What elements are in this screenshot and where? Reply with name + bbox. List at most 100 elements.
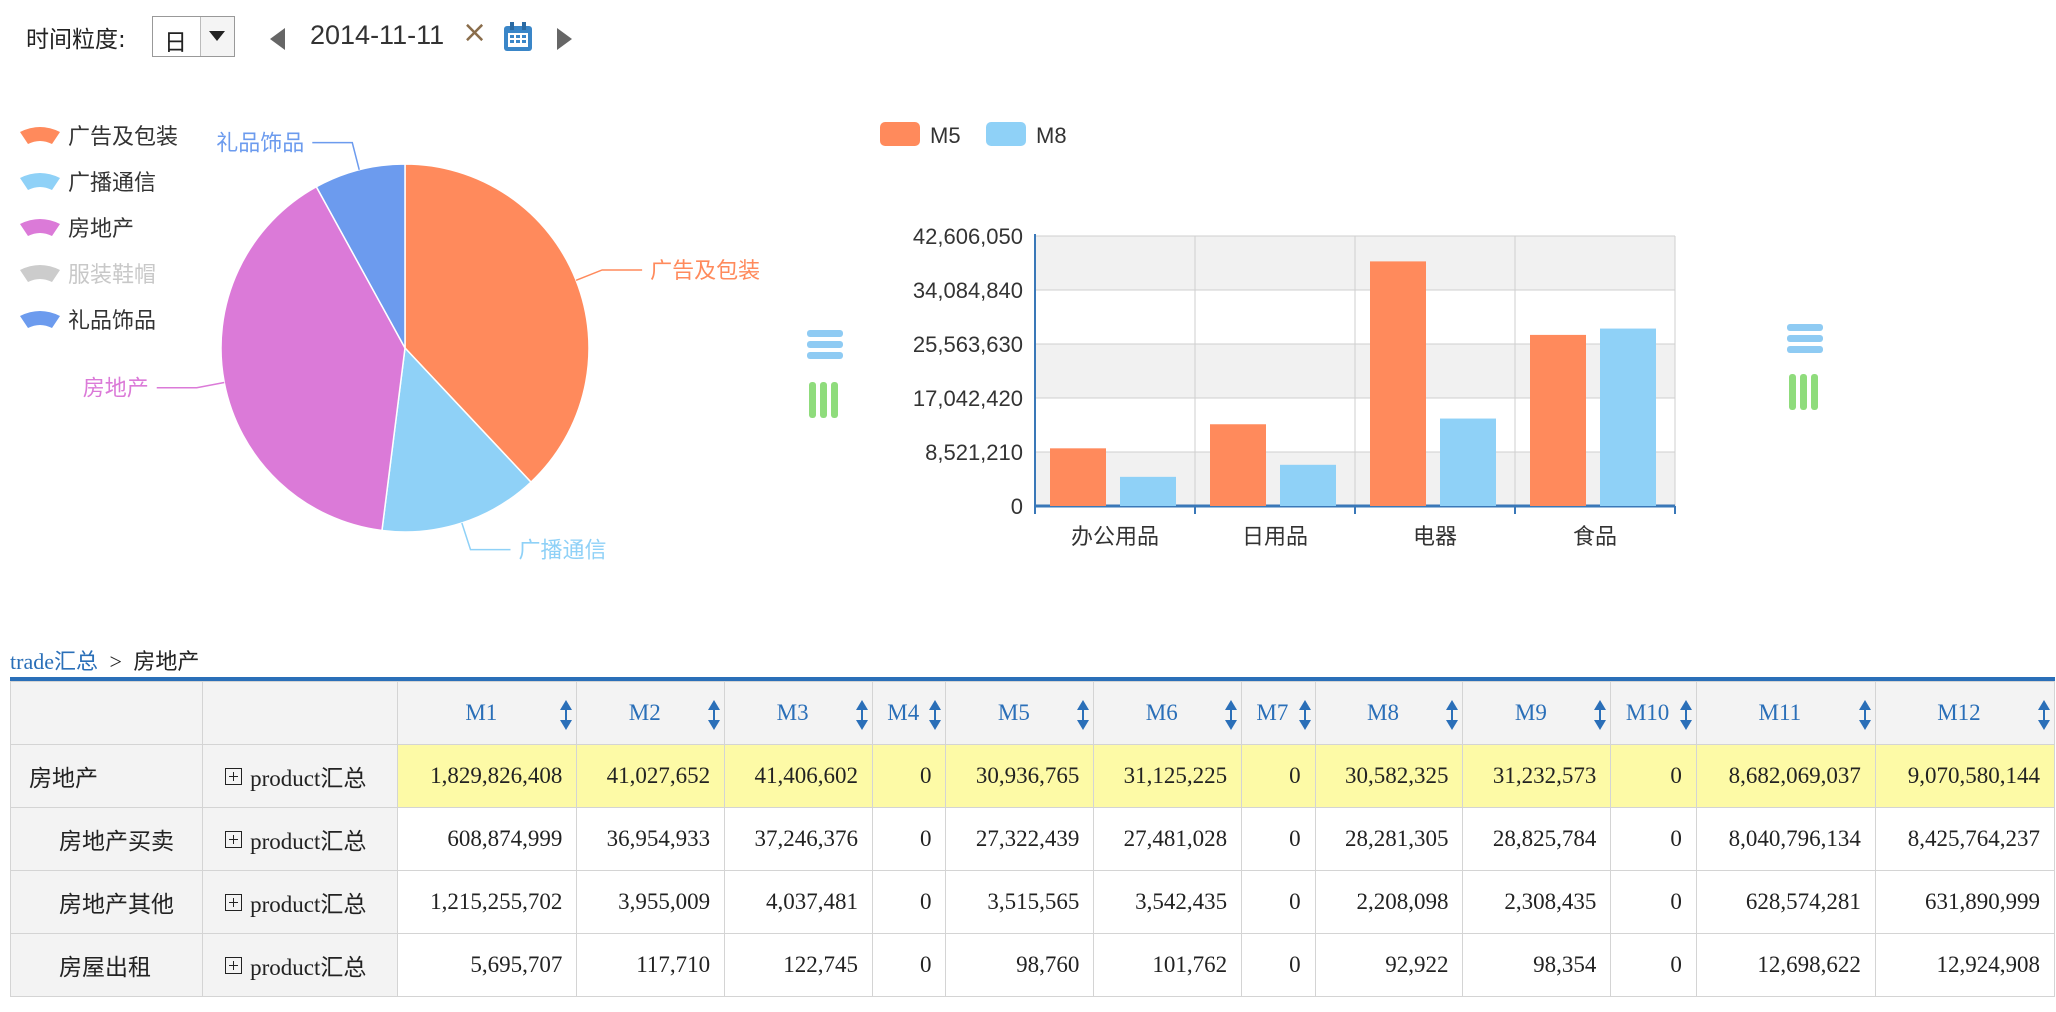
sort-icon[interactable]: [1445, 700, 1459, 730]
row-dimension-label[interactable]: 房地产: [9, 744, 204, 808]
column-header-m11[interactable]: M11: [1695, 681, 1876, 745]
column-chart-icon[interactable]: [1788, 372, 1820, 412]
legend-swatch: [20, 219, 60, 236]
table-cell: 36,954,933: [576, 807, 726, 871]
calendar-icon[interactable]: [503, 22, 533, 52]
sort-icon[interactable]: [1076, 700, 1090, 730]
bar-m5[interactable]: [1210, 424, 1266, 506]
column-header-m5[interactable]: M5: [945, 681, 1095, 745]
column-header-label: M8: [1367, 700, 1399, 725]
expand-icon[interactable]: [225, 957, 243, 974]
expand-icon[interactable]: [225, 768, 243, 785]
y-tick-label: 8,521,210: [925, 440, 1023, 465]
pie-legend-item[interactable]: 房地产: [20, 217, 134, 242]
bar-m8[interactable]: [1280, 464, 1336, 506]
column-header-m12[interactable]: M12: [1874, 681, 2056, 745]
row-dimension-label[interactable]: 房地产买卖: [9, 807, 204, 871]
list-icon[interactable]: [806, 328, 844, 362]
table-row[interactable]: 房地产 product汇总 1,829,826,408 41,027,652 41,40…: [9, 744, 2056, 808]
table-cell: 12,698,622: [1695, 933, 1876, 997]
bar-m8[interactable]: [1120, 476, 1176, 506]
close-icon[interactable]: ×: [462, 18, 487, 48]
chevron-right-icon[interactable]: [556, 28, 574, 50]
column-header-m3[interactable]: M3: [724, 681, 874, 745]
table-cell: 628,574,281: [1695, 870, 1876, 934]
corner-cell: [9, 681, 204, 745]
y-tick-label: 34,084,840: [913, 278, 1023, 303]
product-label: product汇总: [250, 766, 367, 791]
row-product-cell[interactable]: product汇总: [202, 744, 399, 808]
table-cell: 0: [1610, 807, 1697, 871]
granularity-select[interactable]: 日: [152, 16, 235, 57]
date-display[interactable]: 2014-11-11: [310, 20, 444, 51]
row-dimension-label[interactable]: 房屋出租: [9, 933, 204, 997]
sort-icon[interactable]: [1858, 700, 1872, 730]
pie-chart: 广告及包装广播通信房地产服装鞋帽礼品饰品广告及包装广播通信房地产礼品饰品: [20, 125, 760, 564]
table-header-row: M1 M2 M3 M4 M5 M6 M7 M8 M9 M10 M11 M12: [9, 681, 2056, 745]
expand-icon[interactable]: [225, 894, 243, 911]
column-header-m10[interactable]: M10: [1610, 681, 1697, 745]
table-cell: 92,922: [1314, 933, 1464, 997]
y-tick-label: 17,042,420: [913, 386, 1023, 411]
bar-m8[interactable]: [1600, 328, 1656, 506]
table-cell: 122,745: [724, 933, 874, 997]
column-chart-icon[interactable]: [808, 380, 840, 420]
sort-icon[interactable]: [1224, 700, 1238, 730]
legend-swatch: [20, 265, 60, 282]
column-header-m1[interactable]: M1: [397, 681, 578, 745]
sort-icon[interactable]: [559, 700, 573, 730]
bar-legend-item[interactable]: M8: [986, 122, 1067, 148]
table-cell: 1,829,826,408: [397, 744, 578, 808]
pie-label-line: [312, 141, 360, 170]
table-row[interactable]: 房地产买卖 product汇总 608,874,999 36,954,933 37,24…: [9, 807, 2056, 871]
bar-chart: M5 M8 0 8,521,210 17,042,420 25,563,630 34,084…: [880, 122, 1676, 550]
x-tick-label: 办公用品: [1071, 525, 1159, 550]
table-row[interactable]: 房屋出租 product汇总 5,695,707 117,710 122,745 0 98,…: [9, 933, 2056, 997]
table-cell: 0: [1610, 933, 1697, 997]
column-header-m9[interactable]: M9: [1462, 681, 1612, 745]
sort-icon[interactable]: [1593, 700, 1607, 730]
column-header-m4[interactable]: M4: [872, 681, 947, 745]
legend-swatch: [986, 122, 1026, 146]
product-label: product汇总: [250, 892, 367, 917]
row-product-cell[interactable]: product汇总: [202, 807, 399, 871]
sort-icon[interactable]: [855, 700, 869, 730]
sort-icon[interactable]: [2037, 700, 2051, 730]
bar-m5[interactable]: [1050, 448, 1106, 506]
bar-legend-item[interactable]: M5: [880, 122, 961, 148]
pie-legend-item[interactable]: 服装鞋帽: [20, 263, 156, 288]
granularity-label: 时间粒度:: [26, 27, 126, 53]
legend-swatch: [20, 173, 60, 190]
sort-icon[interactable]: [928, 700, 942, 730]
sort-icon[interactable]: [707, 700, 721, 730]
table-cell: 41,406,602: [724, 744, 874, 808]
column-header-m8[interactable]: M8: [1314, 681, 1464, 745]
bar-m5[interactable]: [1370, 261, 1426, 506]
chevron-left-icon[interactable]: [268, 28, 286, 50]
dropdown-arrow[interactable]: [200, 17, 234, 56]
list-icon[interactable]: [1786, 322, 1824, 356]
column-header-label: M10: [1625, 700, 1670, 725]
column-header-m6[interactable]: M6: [1093, 681, 1243, 745]
row-product-cell[interactable]: product汇总: [202, 933, 399, 997]
sort-icon[interactable]: [1298, 700, 1312, 730]
column-header-m2[interactable]: M2: [576, 681, 726, 745]
expand-icon[interactable]: [225, 831, 243, 848]
bar-m5[interactable]: [1530, 334, 1586, 506]
row-product-cell[interactable]: product汇总: [202, 870, 399, 934]
sort-icon[interactable]: [1679, 700, 1693, 730]
pie-label-line: [156, 381, 225, 389]
product-label: product汇总: [250, 955, 367, 980]
table-row[interactable]: 房地产其他 product汇总 1,215,255,702 3,955,009 4,03…: [9, 870, 2056, 934]
pie-legend-item[interactable]: 礼品饰品: [20, 309, 156, 334]
bar-m8[interactable]: [1440, 418, 1496, 506]
table-cell: 5,695,707: [397, 933, 578, 997]
table-cell: 3,515,565: [945, 870, 1095, 934]
breadcrumb-root-link[interactable]: trade汇总: [10, 649, 98, 674]
row-dimension-label[interactable]: 房地产其他: [9, 870, 204, 934]
pie-legend-item[interactable]: 广播通信: [20, 171, 156, 196]
table-cell: 98,354: [1462, 933, 1612, 997]
pie-legend-item[interactable]: 广告及包装: [20, 125, 178, 150]
column-header-m7[interactable]: M7: [1241, 681, 1316, 745]
legend-swatch: [20, 311, 60, 328]
